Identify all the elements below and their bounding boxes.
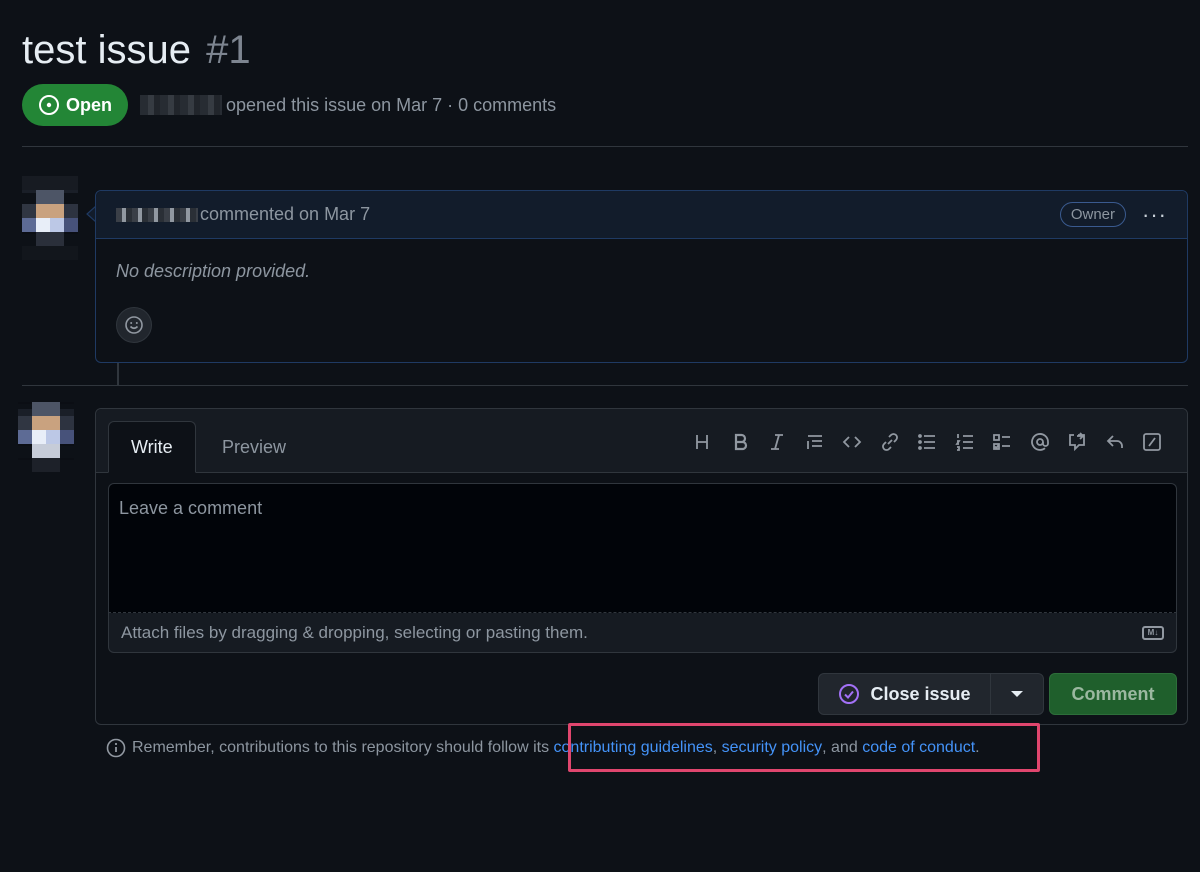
- tab-write[interactable]: Write: [108, 421, 196, 473]
- code-of-conduct-link[interactable]: code of conduct: [862, 739, 975, 757]
- mention-icon[interactable]: [1021, 427, 1059, 457]
- timeline-line: [117, 363, 119, 385]
- markdown-toolbar: [684, 427, 1172, 457]
- close-issue-button[interactable]: Close issue: [819, 674, 991, 714]
- contributing-guidelines-link[interactable]: contributing guidelines: [554, 739, 713, 757]
- slash-commands-icon[interactable]: [1134, 427, 1172, 457]
- status-badge: Open: [22, 84, 129, 126]
- editor-tabs-bar: Write Preview: [96, 409, 1187, 473]
- comment-button[interactable]: Comment: [1049, 673, 1177, 715]
- close-issue-label: Close issue: [870, 683, 971, 704]
- header-divider: [22, 146, 1188, 147]
- cross-reference-icon[interactable]: [1059, 427, 1097, 457]
- timeline-divider: [22, 385, 1188, 386]
- issue-status-row: Open opened this issue on Mar 7 · 0 comm…: [22, 84, 556, 126]
- author-name-redacted[interactable]: [140, 95, 223, 115]
- issue-title-row: test issue #1: [22, 26, 251, 74]
- triangle-down-icon: [1011, 691, 1023, 697]
- issue-closed-icon: [839, 684, 860, 704]
- comment-body: No description provided.: [116, 261, 311, 281]
- avatar[interactable]: [22, 176, 78, 260]
- link-icon[interactable]: [871, 427, 909, 457]
- unordered-list-icon[interactable]: [909, 427, 947, 457]
- file-attachment-bar[interactable]: Attach files by dragging & dropping, sel…: [108, 613, 1177, 653]
- comment-timestamp[interactable]: commented on Mar 7: [200, 204, 370, 225]
- comment-card: commented on Mar 7 Owner ··· No descript…: [95, 190, 1188, 363]
- ordered-list-icon[interactable]: [946, 427, 984, 457]
- comment-author-redacted[interactable]: [116, 207, 198, 222]
- comment-editor: Write Preview Leave a comment Attach fil…: [95, 408, 1188, 725]
- issue-number: #1: [206, 28, 251, 72]
- code-icon[interactable]: [834, 427, 872, 457]
- security-policy-link[interactable]: security policy: [722, 739, 822, 757]
- info-icon: [106, 738, 126, 758]
- tab-preview[interactable]: Preview: [200, 421, 308, 473]
- heading-icon[interactable]: [684, 427, 722, 457]
- comment-header: commented on Mar 7 Owner ···: [96, 191, 1187, 239]
- reply-icon[interactable]: [1096, 427, 1134, 457]
- bold-icon[interactable]: [721, 427, 759, 457]
- issue-title: test issue: [22, 28, 191, 72]
- issue-meta: opened this issue on Mar 7 · 0 comments: [226, 94, 557, 115]
- smiley-icon: [125, 316, 143, 334]
- add-reaction-button[interactable]: [116, 307, 152, 343]
- separator-and: , and: [822, 739, 858, 756]
- comment-textarea[interactable]: Leave a comment: [108, 483, 1177, 613]
- status-label: Open: [66, 94, 113, 115]
- issue-opened-icon: [39, 95, 59, 115]
- close-issue-button-group: Close issue: [818, 673, 1044, 715]
- task-list-icon[interactable]: [984, 427, 1022, 457]
- avatar[interactable]: [18, 402, 74, 472]
- italic-icon[interactable]: [759, 427, 797, 457]
- close-issue-dropdown[interactable]: [991, 674, 1043, 714]
- contribution-note: Remember, contributions to this reposito…: [106, 736, 980, 760]
- quote-icon[interactable]: [796, 427, 834, 457]
- note-prefix: Remember, contributions to this reposito…: [132, 739, 550, 756]
- attach-files-text: Attach files by dragging & dropping, sel…: [121, 622, 588, 642]
- markdown-icon[interactable]: M↓: [1142, 625, 1164, 640]
- owner-badge: Owner: [1059, 202, 1127, 227]
- kebab-horizontal-icon[interactable]: ···: [1142, 202, 1167, 228]
- note-suffix: .: [975, 739, 980, 756]
